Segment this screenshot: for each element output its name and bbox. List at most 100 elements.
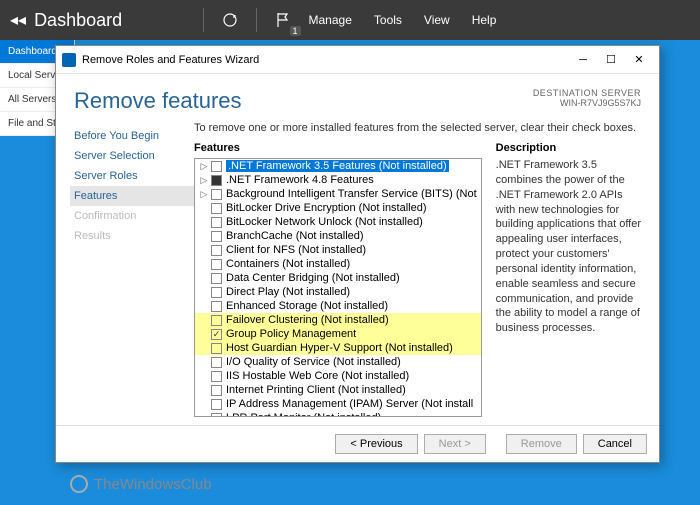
feature-label: .NET Framework 3.5 Features (Not install… <box>226 160 449 172</box>
expand-icon[interactable]: ▷ <box>199 189 209 200</box>
menu-view[interactable]: View <box>416 13 458 27</box>
maximize-button[interactable]: ☐ <box>597 48 625 72</box>
feature-label: BranchCache (Not installed) <box>226 230 364 242</box>
feature-checkbox[interactable] <box>211 231 222 242</box>
feature-item[interactable]: IP Address Management (IPAM) Server (Not… <box>195 397 481 411</box>
feature-checkbox[interactable] <box>211 259 222 270</box>
refresh-icon[interactable] <box>218 8 242 32</box>
wizard-icon <box>62 53 76 67</box>
wizard-header: Remove features DESTINATION SERVER WIN-R… <box>56 74 659 122</box>
page-title: Dashboard <box>34 10 122 31</box>
wizard-step[interactable]: Server Roles <box>74 166 194 186</box>
menu-manage[interactable]: Manage <box>301 13 360 27</box>
previous-button[interactable]: < Previous <box>335 434 417 454</box>
wizard-title: Remove Roles and Features Wizard <box>82 54 569 66</box>
wizard-step[interactable]: Server Selection <box>74 146 194 166</box>
feature-checkbox[interactable] <box>211 287 222 298</box>
destination-server-info: DESTINATION SERVER WIN-R7VJ9G5S7KJ <box>533 88 641 114</box>
wizard-footer: < Previous Next > Remove Cancel <box>56 425 659 462</box>
separator <box>203 8 204 32</box>
feature-checkbox[interactable] <box>211 301 222 312</box>
feature-checkbox[interactable] <box>211 217 222 228</box>
watermark-icon <box>70 475 88 493</box>
remove-roles-wizard-window: Remove Roles and Features Wizard ─ ☐ ✕ R… <box>55 45 660 463</box>
wizard-steps-nav: Before You BeginServer SelectionServer R… <box>74 122 194 417</box>
feature-item[interactable]: Failover Clustering (Not installed) <box>195 313 481 327</box>
feature-item[interactable]: ▷.NET Framework 4.8 Features <box>195 173 481 187</box>
wizard-step[interactable]: Before You Begin <box>74 126 194 146</box>
wizard-body: Before You BeginServer SelectionServer R… <box>56 122 659 425</box>
destination-value: WIN-R7VJ9G5S7KJ <box>533 98 641 108</box>
back-icon[interactable]: ◂◂ <box>10 10 26 30</box>
feature-item[interactable]: LPR Port Monitor (Not installed) <box>195 411 481 417</box>
feature-checkbox[interactable] <box>211 315 222 326</box>
feature-checkbox[interactable] <box>211 161 222 172</box>
feature-checkbox[interactable] <box>211 245 222 256</box>
description-title: Description <box>496 142 641 154</box>
feature-item[interactable]: BitLocker Network Unlock (Not installed) <box>195 215 481 229</box>
instruction-text: To remove one or more installed features… <box>194 122 641 134</box>
feature-checkbox[interactable] <box>211 175 222 186</box>
feature-item[interactable]: BitLocker Drive Encryption (Not installe… <box>195 201 481 215</box>
wizard-titlebar[interactable]: Remove Roles and Features Wizard ─ ☐ ✕ <box>56 46 659 74</box>
feature-checkbox[interactable] <box>211 357 222 368</box>
notifications-flag-icon[interactable]: 1 <box>271 8 295 32</box>
feature-item[interactable]: Containers (Not installed) <box>195 257 481 271</box>
feature-checkbox[interactable] <box>211 399 222 410</box>
feature-item[interactable]: Internet Printing Client (Not installed) <box>195 383 481 397</box>
menu-help[interactable]: Help <box>464 13 505 27</box>
cancel-button[interactable]: Cancel <box>583 434 647 454</box>
feature-item[interactable]: ▷ Background Intelligent Transfer Service… <box>195 187 481 201</box>
watermark-text: TheWindowsClub <box>94 476 212 493</box>
features-listbox[interactable]: ▷ .NET Framework 3.5 Features (Not instal… <box>194 158 482 417</box>
feature-label: BitLocker Drive Encryption (Not installe… <box>226 202 427 214</box>
feature-item[interactable]: BranchCache (Not installed) <box>195 229 481 243</box>
feature-label: IP Address Management (IPAM) Server (Not… <box>226 398 473 410</box>
minimize-button[interactable]: ─ <box>569 48 597 72</box>
feature-item[interactable]: Client for NFS (Not installed) <box>195 243 481 257</box>
feature-checkbox[interactable] <box>211 273 222 284</box>
feature-label: Background Intelligent Transfer Service … <box>226 188 477 200</box>
remove-button[interactable]: Remove <box>506 434 577 454</box>
feature-label: Client for NFS (Not installed) <box>226 244 366 256</box>
wizard-step: Confirmation <box>74 206 194 226</box>
feature-checkbox[interactable] <box>211 343 222 354</box>
feature-item[interactable]: Direct Play (Not installed) <box>195 285 481 299</box>
feature-checkbox[interactable] <box>211 329 222 340</box>
feature-label: Internet Printing Client (Not installed) <box>226 384 406 396</box>
expand-icon[interactable]: ▷ <box>199 175 209 186</box>
feature-item[interactable]: I/O Quality of Service (Not installed) <box>195 355 481 369</box>
close-button[interactable]: ✕ <box>625 48 653 72</box>
feature-item[interactable]: Host Guardian Hyper-V Support (Not insta… <box>195 341 481 355</box>
feature-item[interactable]: Group Policy Management <box>195 327 481 341</box>
feature-label: I/O Quality of Service (Not installed) <box>226 356 401 368</box>
wizard-step: Results <box>74 226 194 246</box>
separator <box>256 8 257 32</box>
notification-count: 1 <box>290 26 301 36</box>
feature-item[interactable]: Enhanced Storage (Not installed) <box>195 299 481 313</box>
menu-tools[interactable]: Tools <box>366 13 410 27</box>
feature-label: BitLocker Network Unlock (Not installed) <box>226 216 423 228</box>
feature-checkbox[interactable] <box>211 203 222 214</box>
feature-checkbox[interactable] <box>211 385 222 396</box>
feature-label: Failover Clustering (Not installed) <box>226 314 389 326</box>
features-column: Features ▷.NET Framework 3.5 Features (N… <box>194 142 482 417</box>
feature-checkbox[interactable] <box>211 371 222 382</box>
feature-label: Data Center Bridging (Not installed) <box>226 272 400 284</box>
feature-label: Direct Play (Not installed) <box>226 286 350 298</box>
server-manager-topbar: ◂◂ Dashboard 1 Manage Tools View Help <box>0 0 700 40</box>
feature-checkbox[interactable] <box>211 189 222 200</box>
feature-label: Containers (Not installed) <box>226 258 350 270</box>
feature-item[interactable]: IIS Hostable Web Core (Not installed) <box>195 369 481 383</box>
next-button[interactable]: Next > <box>424 434 486 454</box>
wizard-step[interactable]: Features <box>70 186 194 206</box>
expand-icon[interactable]: ▷ <box>199 161 209 172</box>
description-text: .NET Framework 3.5 combines the power of… <box>496 158 641 336</box>
feature-item[interactable]: ▷ .NET Framework 3.5 Features (Not instal… <box>195 159 481 173</box>
watermark: TheWindowsClub <box>70 475 212 493</box>
feature-label: Group Policy Management <box>226 328 356 340</box>
feature-label: Enhanced Storage (Not installed) <box>226 300 388 312</box>
feature-checkbox[interactable] <box>211 413 222 418</box>
feature-label: Host Guardian Hyper-V Support (Not insta… <box>226 342 453 354</box>
feature-item[interactable]: Data Center Bridging (Not installed) <box>195 271 481 285</box>
